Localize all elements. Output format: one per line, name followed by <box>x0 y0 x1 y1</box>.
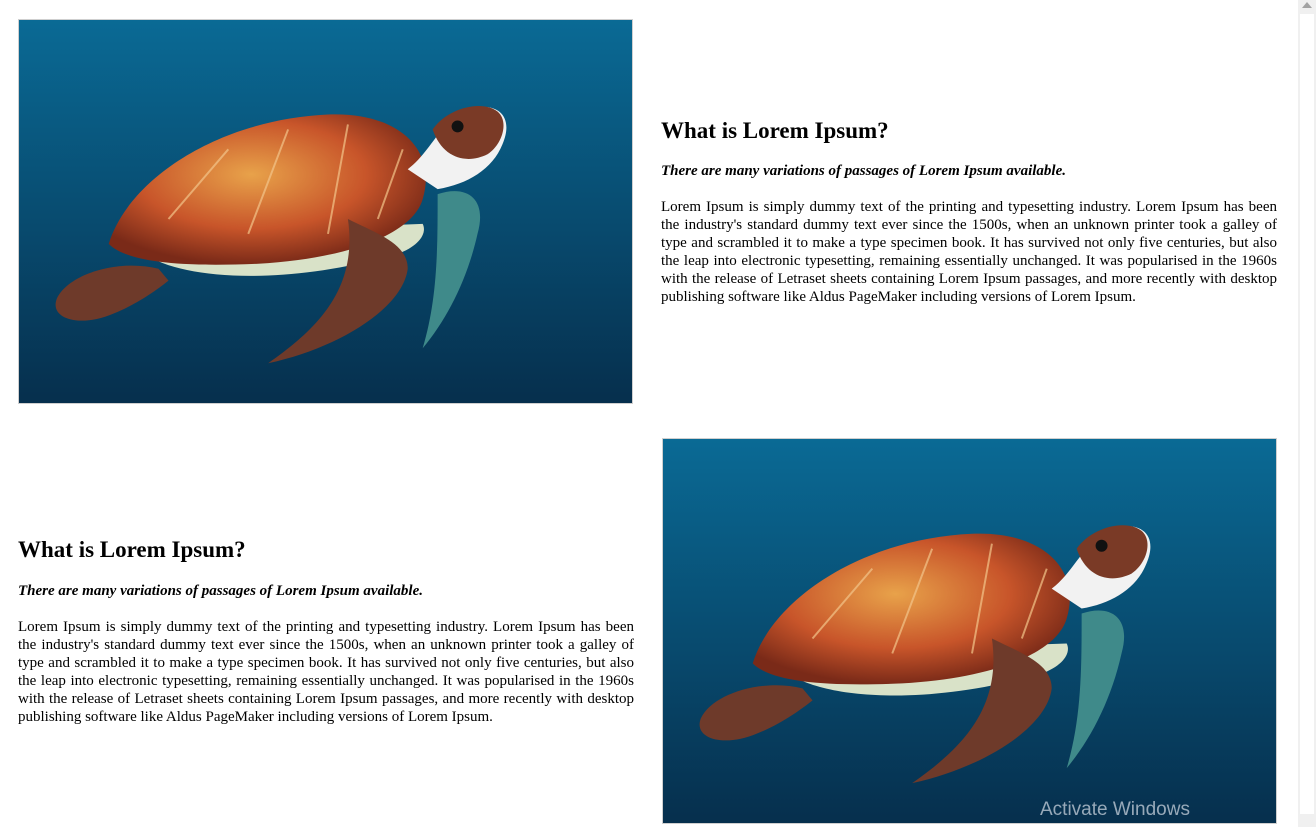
section-subheading: There are many variations of passages of… <box>18 582 423 599</box>
sea-turtle-image <box>18 19 633 404</box>
vertical-scrollbar[interactable] <box>1298 0 1316 827</box>
scroll-up-arrow-icon[interactable] <box>1302 2 1312 8</box>
section-subheading: There are many variations of passages of… <box>661 163 1066 180</box>
section-heading: What is Lorem Ipsum? <box>661 117 889 143</box>
section-body: Lorem Ipsum is simply dummy text of the … <box>661 199 1277 306</box>
page: What is Lorem Ipsum? There are many vari… <box>0 0 1298 827</box>
sea-turtle-icon <box>19 20 632 403</box>
activate-windows-watermark: Activate Windows <box>1040 799 1190 820</box>
sea-turtle-icon <box>663 439 1276 823</box>
scrollbar-thumb[interactable] <box>1300 14 1314 814</box>
content-row-1: What is Lorem Ipsum? There are many vari… <box>18 19 1277 404</box>
section-body: Lorem Ipsum is simply dummy text of the … <box>18 618 634 725</box>
section-heading: What is Lorem Ipsum? <box>18 537 246 563</box>
content-text-1: What is Lorem Ipsum? There are many vari… <box>661 117 1277 307</box>
sea-turtle-image <box>662 438 1277 824</box>
content-text-2: What is Lorem Ipsum? There are many vari… <box>18 536 634 726</box>
content-row-2: What is Lorem Ipsum? There are many vari… <box>18 438 1277 824</box>
